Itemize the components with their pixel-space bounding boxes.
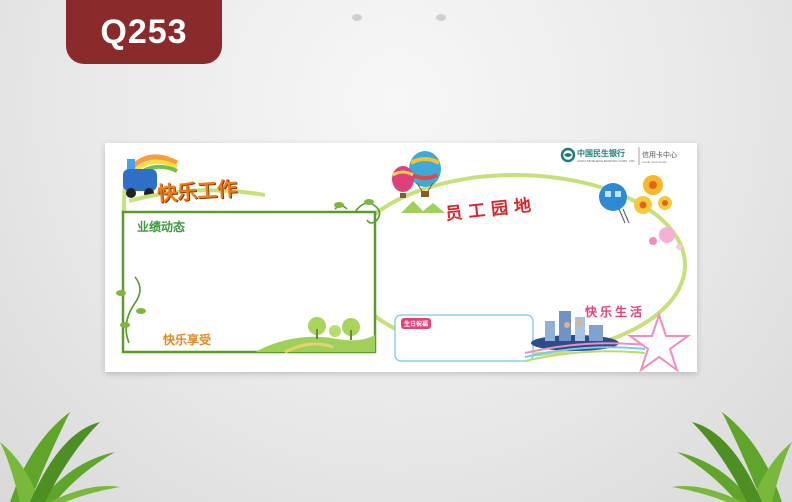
birthday-label: 生日祝福 (401, 318, 432, 329)
bank-name-en: CHINA MINSHENG BANKING CORP., LTD. (577, 159, 636, 163)
bank-name: 中国民生银行 (577, 149, 625, 158)
balloon-icon (392, 166, 414, 192)
life-section-title: 快乐生活 (585, 305, 646, 319)
enjoyment-section-label: 快乐享受 (163, 333, 212, 347)
plant-decoration-right (672, 412, 792, 502)
ceiling-light (436, 14, 446, 21)
department-name: 信用卡中心 (642, 151, 677, 159)
left-panel-title: 快乐工作 (156, 176, 238, 206)
balloon-icon (409, 151, 441, 187)
train-icon (123, 169, 157, 191)
house-icon (599, 183, 627, 211)
star-icon (626, 311, 692, 372)
flower-icon (634, 175, 672, 214)
department-name-en: Credit Card Center (642, 160, 668, 164)
plant-decoration-left (0, 412, 120, 502)
product-code: Q253 (100, 12, 188, 51)
ceiling-light (352, 14, 362, 21)
display-board: 快乐工作 业绩动态 快乐享受 员工园地 生日祝福 中国民生银行 CHINA MI… (105, 143, 697, 372)
performance-section-label: 业绩动态 (137, 220, 186, 234)
product-code-badge: Q253 (66, 0, 222, 64)
